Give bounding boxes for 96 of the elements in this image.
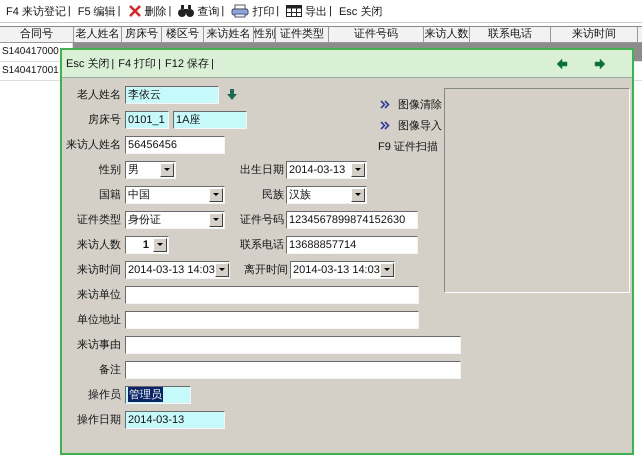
input-field[interactable]: 0101_1 xyxy=(125,110,169,128)
field-label: 操作员 xyxy=(87,388,121,402)
field-label: 备注 xyxy=(98,362,121,377)
field-label: 来访单位 xyxy=(76,288,121,302)
column-header[interactable]: 性别 xyxy=(254,27,276,42)
dropdown-button[interactable] xyxy=(153,238,167,252)
input-field[interactable]: 1234567899874152630 xyxy=(286,210,418,228)
column-header[interactable]: 合同号 xyxy=(0,27,74,42)
input-field[interactable]: 2014-03-13 xyxy=(125,410,225,428)
dropdown-field[interactable]: 2014-03-13 xyxy=(286,160,367,178)
input-field[interactable] xyxy=(125,286,419,304)
caret-icon xyxy=(213,193,219,196)
separator-mark: | xyxy=(221,5,224,17)
column-header[interactable]: 证件类型 xyxy=(276,27,329,42)
column-header[interactable]: 证件号码 xyxy=(329,27,424,42)
right-arrow-icon[interactable] xyxy=(594,58,606,70)
dropdown-button[interactable] xyxy=(209,212,223,226)
column-header[interactable]: 联系电话 xyxy=(470,27,551,42)
input-field[interactable] xyxy=(125,310,419,328)
caret-icon xyxy=(218,268,225,271)
dropdown-button[interactable] xyxy=(380,262,394,276)
caret-icon xyxy=(355,193,361,196)
delete-icon xyxy=(128,4,142,18)
toolbar-button[interactable]: 导出 xyxy=(284,4,330,18)
input-field[interactable]: 李依云 xyxy=(125,86,219,104)
caret-icon xyxy=(355,168,361,171)
column-header[interactable]: 老人姓名 xyxy=(74,27,122,42)
field-label: 联系电话 xyxy=(239,238,284,252)
field-label: 证件类型 xyxy=(76,213,121,227)
toolbar-button[interactable]: 查询 xyxy=(176,4,222,18)
dropdown-field[interactable]: 汉族 xyxy=(286,186,367,204)
field-label: 操作日期 xyxy=(76,413,121,427)
field-label: 民族 xyxy=(261,188,284,202)
separator-mark: | xyxy=(68,5,71,17)
input-field[interactable]: 13688857714 xyxy=(286,236,418,254)
toolbar-button[interactable]: 删除 xyxy=(126,4,169,18)
separator-mark: | xyxy=(111,58,114,70)
double-chevron-icon xyxy=(380,121,390,130)
caret-icon xyxy=(164,168,170,171)
dropdown-button[interactable] xyxy=(214,262,229,276)
printer-icon xyxy=(231,4,250,18)
toolbar-button[interactable]: Esc 关闭 xyxy=(336,4,384,18)
dropdown-button[interactable] xyxy=(209,188,223,202)
field-label: 老人姓名 xyxy=(76,88,121,102)
left-arrow-icon[interactable] xyxy=(556,58,568,70)
field-label: 证件号码 xyxy=(239,213,284,227)
double-chevron-icon xyxy=(380,100,390,109)
down-arrow-icon[interactable] xyxy=(227,89,237,100)
dropdown-field[interactable]: 1 xyxy=(125,236,169,254)
field-label: 来访事由 xyxy=(76,338,121,352)
dropdown-field[interactable]: 2014-03-13 14:03 xyxy=(125,260,230,278)
toolbar-button[interactable]: F4 来访登记 xyxy=(4,4,68,18)
caret-icon xyxy=(384,268,390,271)
separator-mark: | xyxy=(168,5,172,17)
field-label: 来访人数 xyxy=(76,238,121,252)
field-label: 离开时间 xyxy=(243,262,288,277)
field-label: 房床号 xyxy=(87,112,121,127)
dropdown-button[interactable] xyxy=(351,188,365,202)
binoculars-icon xyxy=(178,4,194,18)
caret-icon xyxy=(157,243,163,246)
separator-mark: | xyxy=(211,58,214,70)
input-field[interactable] xyxy=(125,360,461,378)
toolbar-button[interactable]: 打印 xyxy=(229,4,276,18)
caret-icon xyxy=(213,218,219,221)
field-label: 来访时间 xyxy=(76,262,121,277)
toolbar-button[interactable]: F5 编辑 xyxy=(76,4,118,18)
field-label: 出生日期 xyxy=(239,163,284,177)
input-field[interactable]: 管理员 xyxy=(125,386,191,404)
toolbar-button[interactable]: F4 打印 xyxy=(116,56,158,71)
link[interactable]: 图像导入 xyxy=(398,118,442,133)
separator-mark: | xyxy=(276,5,280,17)
toolbar-button[interactable]: F12 保存 xyxy=(163,56,212,71)
dropdown-button[interactable] xyxy=(160,162,174,176)
table-icon xyxy=(286,5,302,17)
column-header[interactable]: 房床号 xyxy=(122,27,162,42)
input-field[interactable]: 1A座 xyxy=(173,110,247,128)
separator-mark: | xyxy=(118,5,121,17)
column-header[interactable]: 楼区号 xyxy=(162,27,204,42)
field-label: 性别 xyxy=(98,163,121,177)
field-label: 国籍 xyxy=(98,188,121,202)
field-label: 来访人姓名 xyxy=(65,138,121,152)
separator-mark: | xyxy=(329,5,332,17)
column-header[interactable]: 来访人数 xyxy=(424,27,470,42)
column-header[interactable]: 来访姓名 xyxy=(204,27,254,42)
field-label: 单位地址 xyxy=(76,313,121,327)
column-header[interactable]: 来访时间 xyxy=(551,27,638,42)
link[interactable]: F9 证件扫描 xyxy=(378,139,438,154)
link[interactable]: 图像清除 xyxy=(398,97,442,112)
separator-mark: | xyxy=(158,58,162,70)
dropdown-button[interactable] xyxy=(351,162,365,176)
input-field[interactable]: 56456456 xyxy=(125,136,225,154)
dropdown-field[interactable]: 身份证 xyxy=(125,210,225,228)
input-field[interactable] xyxy=(125,336,461,354)
dropdown-field[interactable]: 2014-03-13 14:03 xyxy=(290,260,395,278)
dropdown-field[interactable]: 中国 xyxy=(125,186,225,204)
dropdown-field[interactable]: 男 xyxy=(125,160,176,178)
